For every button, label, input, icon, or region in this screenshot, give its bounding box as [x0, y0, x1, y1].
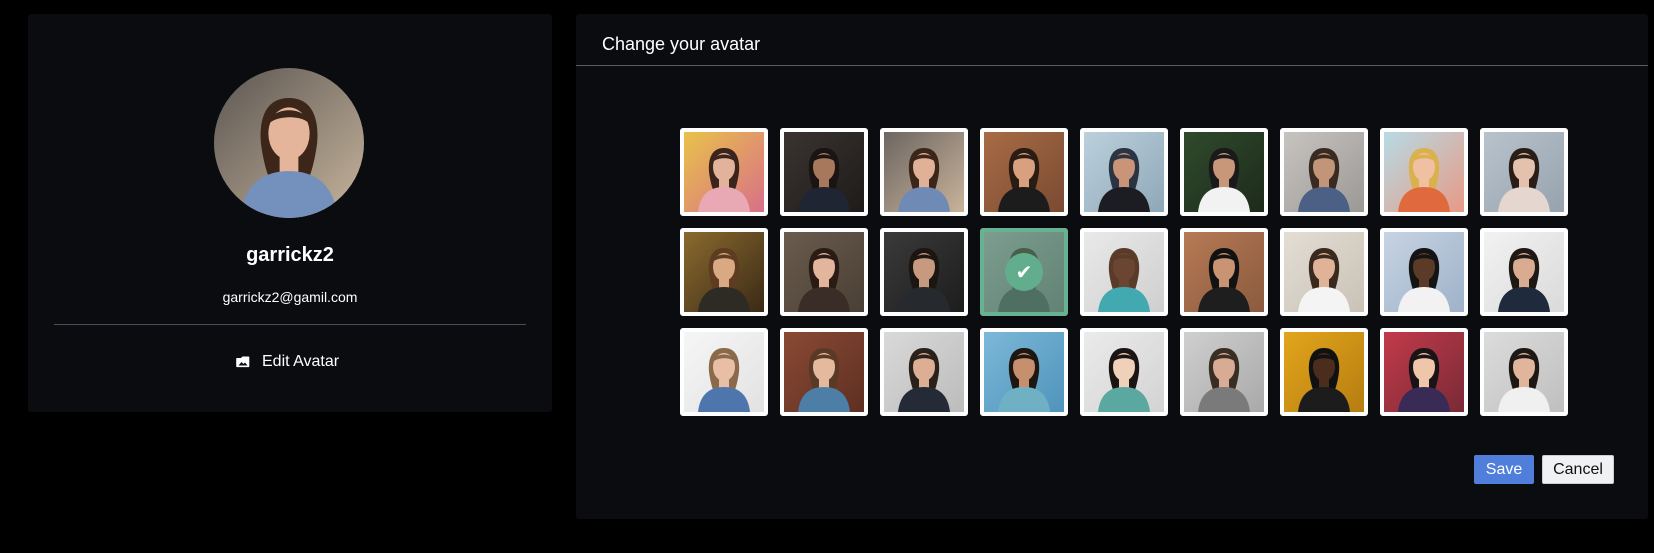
image-icon	[236, 356, 250, 368]
avatar-option[interactable]	[980, 328, 1068, 416]
avatar-option-photo	[1384, 332, 1464, 412]
avatar-option-photo	[684, 332, 764, 412]
avatar-option[interactable]	[1280, 128, 1368, 216]
avatar-photo	[214, 68, 364, 218]
edit-avatar-button[interactable]: Edit Avatar	[236, 353, 339, 371]
username: garrickz2	[246, 244, 334, 266]
avatar-option[interactable]	[680, 328, 768, 416]
avatar-option-photo	[1484, 332, 1564, 412]
avatar-option[interactable]: ✔	[980, 228, 1068, 316]
avatar-option-photo	[984, 332, 1064, 412]
avatar-option[interactable]	[680, 228, 768, 316]
avatar-option[interactable]	[1180, 328, 1268, 416]
avatar-option-photo	[1284, 132, 1364, 212]
avatar-option[interactable]	[680, 128, 768, 216]
save-button[interactable]: Save	[1474, 455, 1534, 484]
avatar-option[interactable]	[780, 328, 868, 416]
user-email: garrickz2@gamil.com	[222, 289, 358, 305]
avatar-option[interactable]	[1480, 228, 1568, 316]
avatar-option-photo	[984, 132, 1064, 212]
avatar-option-photo	[1184, 332, 1264, 412]
avatar-option[interactable]	[1180, 128, 1268, 216]
avatar-option-photo	[1084, 332, 1164, 412]
avatar-option[interactable]	[1380, 328, 1468, 416]
avatar-option[interactable]	[780, 128, 868, 216]
avatar-option[interactable]	[1080, 128, 1168, 216]
avatar-option-photo	[1384, 232, 1464, 312]
avatar-option[interactable]	[1280, 328, 1368, 416]
avatar-option[interactable]	[1380, 228, 1468, 316]
avatar-option[interactable]	[880, 328, 968, 416]
avatar-option[interactable]	[1080, 228, 1168, 316]
avatar-option-photo	[1084, 232, 1164, 312]
modal-divider	[576, 65, 1648, 66]
avatar-option[interactable]	[780, 228, 868, 316]
avatar-option[interactable]	[880, 128, 968, 216]
profile-card: garrickz2 garrickz2@gamil.com Edit Avata…	[28, 14, 552, 412]
change-avatar-modal: Change your avatar ✔ Save Cancel	[576, 14, 1648, 519]
check-icon: ✔	[1005, 253, 1043, 291]
cancel-button[interactable]: Cancel	[1542, 455, 1614, 484]
avatar-option-photo	[884, 132, 964, 212]
avatar-option-photo	[884, 232, 964, 312]
avatar-option-photo	[1284, 232, 1364, 312]
avatar-option-photo	[1484, 132, 1564, 212]
avatar	[214, 68, 364, 218]
avatar-option-photo	[784, 132, 864, 212]
avatar-option-photo	[684, 232, 764, 312]
avatar-option[interactable]	[1080, 328, 1168, 416]
avatar-option[interactable]	[980, 128, 1068, 216]
avatar-option-photo	[1484, 232, 1564, 312]
avatar-option[interactable]	[1480, 328, 1568, 416]
divider	[54, 324, 526, 325]
avatar-grid: ✔	[680, 128, 1568, 416]
avatar-option[interactable]	[1180, 228, 1268, 316]
edit-avatar-label: Edit Avatar	[262, 353, 340, 370]
avatar-option-photo	[1384, 132, 1464, 212]
avatar-option-photo	[1184, 132, 1264, 212]
avatar-option-photo	[1084, 132, 1164, 212]
modal-title: Change your avatar	[602, 34, 761, 54]
avatar-option-photo	[1184, 232, 1264, 312]
avatar-option[interactable]	[880, 228, 968, 316]
avatar-option-photo	[1284, 332, 1364, 412]
avatar-option-photo	[684, 132, 764, 212]
avatar-option-photo	[884, 332, 964, 412]
avatar-option-photo	[784, 332, 864, 412]
avatar-option[interactable]	[1280, 228, 1368, 316]
avatar-option[interactable]	[1380, 128, 1468, 216]
avatar-option-photo	[784, 232, 864, 312]
avatar-option[interactable]	[1480, 128, 1568, 216]
